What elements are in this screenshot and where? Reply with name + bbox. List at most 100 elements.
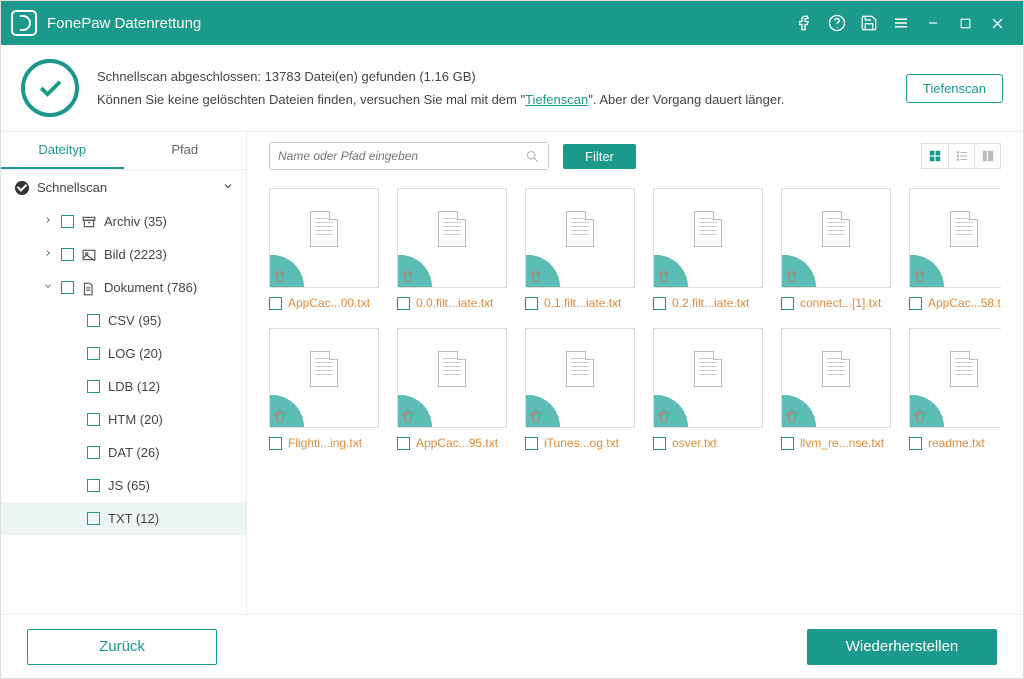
document-icon bbox=[694, 211, 722, 247]
checkbox[interactable] bbox=[525, 437, 538, 450]
tree-item-dokument[interactable]: Dokument (786) bbox=[1, 271, 246, 304]
file-name: Flighti...ing.txt bbox=[288, 436, 379, 450]
tree-sub-log[interactable]: LOG (20) bbox=[1, 337, 246, 370]
file-card[interactable]: 0.1.filt...iate.txt bbox=[525, 188, 635, 310]
file-card[interactable]: AppCac...00.txt bbox=[269, 188, 379, 310]
tree-sub-js[interactable]: JS (65) bbox=[1, 469, 246, 502]
recover-button[interactable]: Wiederherstellen bbox=[807, 629, 997, 665]
file-card[interactable]: 0.2.filt...iate.txt bbox=[653, 188, 763, 310]
grid-view-button[interactable] bbox=[922, 144, 948, 168]
deleted-badge-icon bbox=[654, 395, 688, 427]
file-thumbnail bbox=[269, 328, 379, 428]
file-thumbnail bbox=[269, 188, 379, 288]
file-thumbnail bbox=[525, 328, 635, 428]
deleted-badge-icon bbox=[910, 255, 944, 287]
document-icon bbox=[822, 351, 850, 387]
file-card[interactable]: Flighti...ing.txt bbox=[269, 328, 379, 450]
checkbox[interactable] bbox=[61, 248, 74, 261]
filter-button[interactable]: Filter bbox=[563, 144, 636, 169]
file-card[interactable]: AppCac...58.txt bbox=[909, 188, 1001, 310]
deepscan-link[interactable]: Tiefenscan bbox=[525, 92, 588, 107]
checkbox[interactable] bbox=[61, 215, 74, 228]
detail-view-button[interactable] bbox=[974, 144, 1000, 168]
checkbox[interactable] bbox=[269, 297, 282, 310]
search-box[interactable] bbox=[269, 142, 549, 170]
checkbox[interactable] bbox=[397, 437, 410, 450]
checkbox[interactable] bbox=[87, 314, 100, 327]
checkbox[interactable] bbox=[781, 297, 794, 310]
deleted-badge-icon bbox=[782, 255, 816, 287]
facebook-icon[interactable] bbox=[789, 7, 821, 39]
checkbox[interactable] bbox=[87, 512, 100, 525]
file-name: readme.txt bbox=[928, 436, 1001, 450]
tree-item-label: Dokument (786) bbox=[104, 280, 197, 295]
document-icon bbox=[566, 351, 594, 387]
checkbox[interactable] bbox=[397, 297, 410, 310]
checkbox[interactable] bbox=[653, 297, 666, 310]
back-button[interactable]: Zurück bbox=[27, 629, 217, 665]
menu-icon[interactable] bbox=[885, 7, 917, 39]
deleted-badge-icon bbox=[270, 255, 304, 287]
file-card[interactable]: osver.txt bbox=[653, 328, 763, 450]
deepscan-button[interactable]: Tiefenscan bbox=[906, 74, 1003, 103]
file-name: 0.2.filt...iate.txt bbox=[672, 296, 763, 310]
tree-sub-htm[interactable]: HTM (20) bbox=[1, 403, 246, 436]
list-view-button[interactable] bbox=[948, 144, 974, 168]
checkbox[interactable] bbox=[269, 437, 282, 450]
file-card[interactable]: connect...[1].txt bbox=[781, 188, 891, 310]
tree-item-archiv[interactable]: Archiv (35) bbox=[1, 205, 246, 238]
deleted-badge-icon bbox=[398, 395, 432, 427]
file-card[interactable]: 0.0.filt...iate.txt bbox=[397, 188, 507, 310]
tree-sub-dat[interactable]: DAT (26) bbox=[1, 436, 246, 469]
minimize-icon[interactable] bbox=[917, 7, 949, 39]
checkbox[interactable] bbox=[87, 446, 100, 459]
chevron-right-icon bbox=[43, 248, 53, 261]
tab-path[interactable]: Pfad bbox=[124, 132, 247, 169]
deleted-badge-icon bbox=[910, 395, 944, 427]
maximize-icon[interactable] bbox=[949, 7, 981, 39]
tree-sub-ldb[interactable]: LDB (12) bbox=[1, 370, 246, 403]
checkbox[interactable] bbox=[87, 380, 100, 393]
titlebar: FonePaw Datenrettung bbox=[1, 1, 1023, 45]
document-icon bbox=[310, 211, 338, 247]
checkbox[interactable] bbox=[653, 437, 666, 450]
tree-sub-txt[interactable]: TXT (12) bbox=[1, 502, 246, 535]
file-card[interactable]: llvm_re...nse.txt bbox=[781, 328, 891, 450]
toolbar: Filter bbox=[269, 132, 1001, 180]
save-icon[interactable] bbox=[853, 7, 885, 39]
file-card[interactable]: readme.txt bbox=[909, 328, 1001, 450]
checkbox[interactable] bbox=[525, 297, 538, 310]
tree-header-quickscan[interactable]: Schnellscan bbox=[1, 170, 246, 205]
scan-result-line: Schnellscan abgeschlossen: 13783 Datei(e… bbox=[97, 65, 888, 88]
checkbox[interactable] bbox=[61, 281, 74, 294]
search-input[interactable] bbox=[278, 149, 525, 163]
image-icon bbox=[82, 249, 96, 261]
file-thumbnail bbox=[781, 188, 891, 288]
file-card[interactable]: AppCac...95.txt bbox=[397, 328, 507, 450]
tab-filetype[interactable]: Dateityp bbox=[1, 132, 124, 169]
scan-status-panel: Schnellscan abgeschlossen: 13783 Datei(e… bbox=[1, 45, 1023, 132]
help-icon[interactable] bbox=[821, 7, 853, 39]
main-panel: Filter AppCac...00.txt 0.0.filt...iate.t… bbox=[247, 132, 1023, 614]
close-icon[interactable] bbox=[981, 7, 1013, 39]
archive-icon bbox=[82, 216, 96, 228]
tree-sub-csv[interactable]: CSV (95) bbox=[1, 304, 246, 337]
sidebar: Dateityp Pfad Schnellscan Archiv (35 bbox=[1, 132, 247, 614]
tree-item-bild[interactable]: Bild (2223) bbox=[1, 238, 246, 271]
checkbox[interactable] bbox=[87, 347, 100, 360]
document-icon bbox=[694, 351, 722, 387]
file-name: 0.1.filt...iate.txt bbox=[544, 296, 635, 310]
file-name: 0.0.filt...iate.txt bbox=[416, 296, 507, 310]
check-filled-icon bbox=[15, 181, 29, 195]
scan-hint-line: Können Sie keine gelöschten Dateien find… bbox=[97, 88, 888, 111]
checkbox[interactable] bbox=[909, 437, 922, 450]
document-icon bbox=[950, 351, 978, 387]
view-mode-toggle bbox=[921, 143, 1001, 169]
checkbox[interactable] bbox=[909, 297, 922, 310]
file-card[interactable]: iTunes...og.txt bbox=[525, 328, 635, 450]
checkbox[interactable] bbox=[87, 479, 100, 492]
app-window: FonePaw Datenrettung Schnellscan abges bbox=[0, 0, 1024, 679]
checkbox[interactable] bbox=[87, 413, 100, 426]
checkbox[interactable] bbox=[781, 437, 794, 450]
sidebar-tabs: Dateityp Pfad bbox=[1, 132, 246, 170]
